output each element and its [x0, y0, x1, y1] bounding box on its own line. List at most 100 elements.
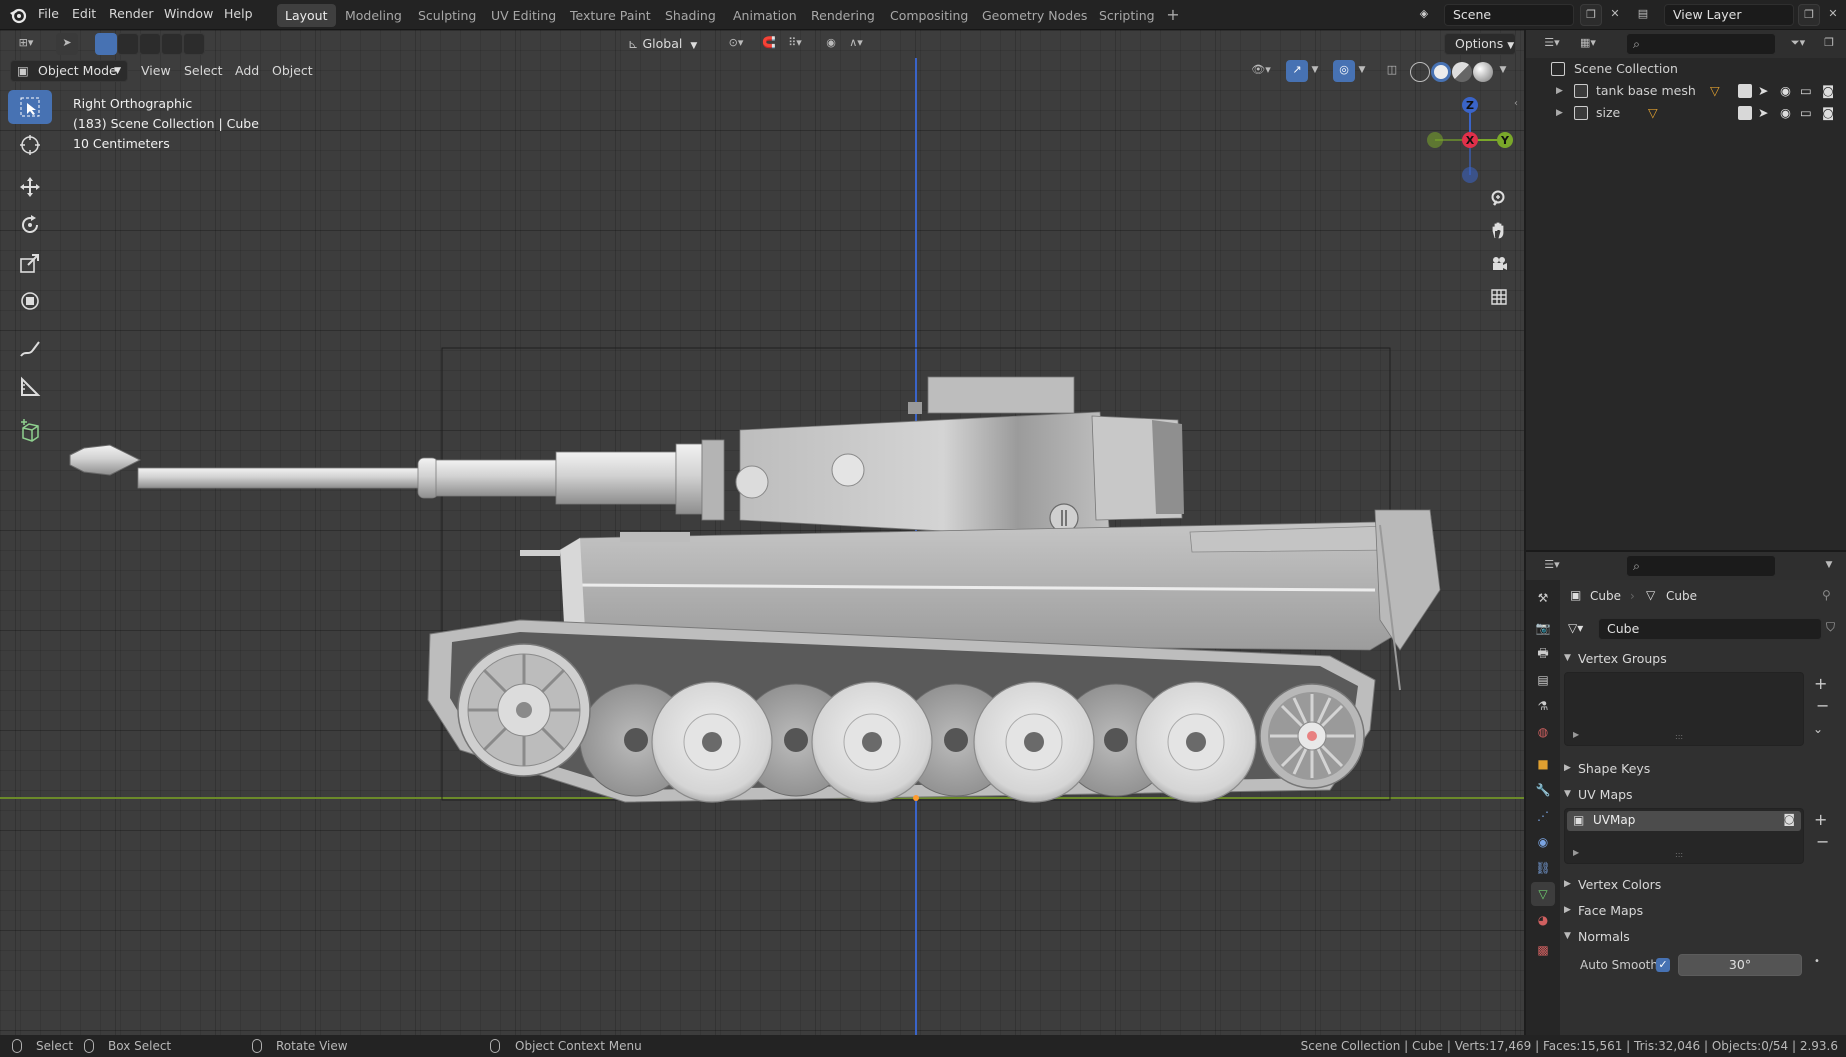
filter-icon[interactable]: ⏷▾ — [1782, 33, 1814, 55]
auto-smooth-angle-field[interactable]: 30° — [1678, 954, 1802, 976]
panel-collapsed-icon: ▶ — [1564, 763, 1571, 773]
remove-scene-icon[interactable]: ✕ — [1604, 4, 1626, 26]
monitor-icon[interactable]: ▭ — [1800, 102, 1812, 124]
list-expand-icon[interactable]: ▶ — [1573, 730, 1579, 739]
object-tab-icon[interactable]: ■ — [1531, 752, 1555, 776]
panel-uv-maps[interactable]: ▼ UV Maps — [1560, 784, 1846, 804]
add-workspace-button[interactable]: + — [1163, 4, 1183, 27]
expand-arrow-icon[interactable]: ▶ — [1556, 102, 1563, 124]
particles-tab-icon[interactable]: ⋰ — [1531, 804, 1555, 828]
exclude-checkbox[interactable] — [1738, 106, 1752, 120]
material-tab-icon[interactable]: ◕ — [1531, 908, 1555, 932]
panel-normals[interactable]: ▼ Normals — [1560, 926, 1846, 946]
editor-type-icon[interactable]: ☰▾ — [1536, 33, 1568, 55]
texture-tab-icon[interactable]: ▩ — [1531, 938, 1555, 962]
status-bar: Select Box Select Rotate View Object Con… — [0, 1035, 1846, 1057]
tab-animation[interactable]: Animation — [725, 4, 805, 27]
constraints-tab-icon[interactable]: ⛓ — [1531, 856, 1555, 880]
tab-layout[interactable]: Layout — [277, 4, 336, 27]
keyframe-dot-icon[interactable]: • — [1814, 956, 1820, 967]
scene-tab-icon[interactable]: ⚗ — [1531, 694, 1555, 718]
remove-uv-map-button[interactable]: − — [1816, 832, 1829, 851]
view-layer-tab-icon[interactable]: ▤ — [1531, 668, 1555, 692]
mesh-data-icon: ▽ — [1710, 83, 1720, 98]
search-icon: ⌕ — [1633, 36, 1641, 51]
monitor-icon[interactable]: ▭ — [1800, 80, 1812, 102]
tab-sculpting[interactable]: Sculpting — [410, 4, 484, 27]
menu-file[interactable]: File — [32, 0, 65, 30]
outliner-row-scene-collection[interactable]: Scene Collection — [1526, 58, 1846, 80]
modifier-tab-icon[interactable]: 🔧 — [1531, 778, 1555, 802]
mesh-icon: ▽ — [1646, 588, 1656, 602]
eye-icon[interactable]: ◉ — [1780, 102, 1791, 124]
scene-selector-icon[interactable]: ◈ — [1413, 4, 1435, 26]
panel-shape-keys[interactable]: ▶ Shape Keys — [1560, 758, 1846, 778]
scene-name-field[interactable]: Scene — [1444, 4, 1574, 26]
tab-modeling[interactable]: Modeling — [337, 4, 410, 27]
output-tab-icon[interactable]: 🖶 — [1531, 642, 1555, 666]
menu-edit[interactable]: Edit — [66, 0, 102, 30]
render-camera-icon[interactable]: ◙ — [1783, 812, 1795, 826]
outliner-row-tank-base-mesh[interactable]: ▶ tank base mesh ▽ ➤ ◉ ▭ ◙ — [1526, 80, 1846, 102]
select-arrow-icon[interactable]: ➤ — [1758, 102, 1768, 124]
fake-user-shield-icon[interactable]: ⛉ — [1826, 620, 1835, 635]
blender-logo-icon[interactable] — [8, 5, 28, 25]
menu-render[interactable]: Render — [103, 0, 160, 30]
exclude-checkbox[interactable] — [1738, 84, 1752, 98]
render-tab-icon[interactable]: 📷 — [1531, 616, 1555, 640]
outliner-search-input[interactable]: ⌕ — [1626, 33, 1776, 55]
panel-face-maps[interactable]: ▶ Face Maps — [1560, 900, 1846, 920]
mesh-data-tab-icon[interactable]: ▽ — [1531, 882, 1555, 906]
properties-search-input[interactable]: ⌕ — [1626, 555, 1776, 577]
editor-type-icon[interactable]: ☰▾ — [1536, 555, 1568, 577]
camera-icon[interactable]: ◙ — [1822, 80, 1834, 102]
list-resize-handle[interactable]: ::: — [1675, 732, 1683, 741]
view-layer-icon[interactable]: ▤ — [1632, 4, 1654, 26]
tab-uv-editing[interactable]: UV Editing — [483, 4, 564, 27]
tool-tab-icon[interactable]: ⚒ — [1531, 586, 1555, 610]
menu-window[interactable]: Window — [158, 0, 219, 30]
remove-vertex-group-button[interactable]: − — [1816, 696, 1829, 715]
outliner-panel: ☰▾ ▦▾ ⌕ ⏷▾ ❐ Scene Collection ▶ tank bas… — [1526, 30, 1846, 550]
mesh-browse-icon[interactable]: ▽▾ — [1568, 621, 1583, 635]
3d-viewport[interactable]: ⊞▾ ➤ ⊾ Global ▼ ⊙▾ 🧲 ⠿▾ ◉ ∧▾ Options ▼ ▣ … — [0, 30, 1524, 1035]
expand-arrow-icon[interactable]: ▶ — [1556, 80, 1563, 102]
new-collection-icon[interactable]: ❐ — [1818, 33, 1840, 55]
panel-collapsed-icon: ▶ — [1564, 905, 1571, 915]
menu-help[interactable]: Help — [218, 0, 259, 30]
tank-model[interactable] — [0, 30, 1524, 1035]
vertex-groups-list[interactable]: ▶ ::: — [1564, 672, 1804, 746]
physics-tab-icon[interactable]: ◉ — [1531, 830, 1555, 854]
new-scene-icon[interactable]: ❐ — [1580, 4, 1602, 26]
camera-icon[interactable]: ◙ — [1822, 102, 1834, 124]
tab-scripting[interactable]: Scripting — [1091, 4, 1163, 27]
list-expand-icon[interactable]: ▶ — [1573, 848, 1579, 857]
tab-geometry-nodes[interactable]: Geometry Nodes — [974, 4, 1095, 27]
tab-texture-paint[interactable]: Texture Paint — [562, 4, 659, 27]
panel-vertex-groups[interactable]: ▼ Vertex Groups — [1560, 648, 1846, 668]
auto-smooth-checkbox[interactable]: ✓ — [1656, 958, 1670, 972]
panel-vertex-colors[interactable]: ▶ Vertex Colors — [1560, 874, 1846, 894]
uv-map-row[interactable]: ▣ UVMap ◙ — [1567, 811, 1801, 831]
outliner-row-size[interactable]: ▶ size ▽ ➤ ◉ ▭ ◙ — [1526, 102, 1846, 124]
vertex-group-specials-icon[interactable]: ⌄ — [1813, 722, 1823, 736]
properties-tabs: ⚒ 📷 🖶 ▤ ⚗ ◍ ■ 🔧 ⋰ ◉ ⛓ ▽ ◕ ▩ — [1526, 580, 1560, 1037]
uv-maps-list[interactable]: ▣ UVMap ◙ ▶ ::: — [1564, 808, 1804, 864]
add-uv-map-button[interactable]: + — [1814, 810, 1827, 829]
remove-view-layer-icon[interactable]: ✕ — [1822, 4, 1844, 26]
display-mode-icon[interactable]: ▦▾ — [1572, 33, 1604, 55]
tab-shading[interactable]: Shading — [657, 4, 724, 27]
select-arrow-icon[interactable]: ➤ — [1758, 80, 1768, 102]
tab-compositing[interactable]: Compositing — [882, 4, 976, 27]
chevron-down-icon[interactable]: ▼ — [1818, 555, 1840, 577]
tab-rendering[interactable]: Rendering — [803, 4, 883, 27]
gun-barrel — [69, 439, 725, 521]
add-vertex-group-button[interactable]: + — [1814, 674, 1827, 693]
new-view-layer-icon[interactable]: ❐ — [1798, 4, 1820, 26]
view-layer-field[interactable]: View Layer — [1664, 4, 1794, 26]
world-tab-icon[interactable]: ◍ — [1531, 720, 1555, 744]
list-resize-handle[interactable]: ::: — [1675, 850, 1683, 859]
pin-icon[interactable]: ⚲ — [1822, 588, 1831, 602]
eye-icon[interactable]: ◉ — [1780, 80, 1791, 102]
mesh-name-field[interactable]: Cube — [1598, 618, 1822, 640]
